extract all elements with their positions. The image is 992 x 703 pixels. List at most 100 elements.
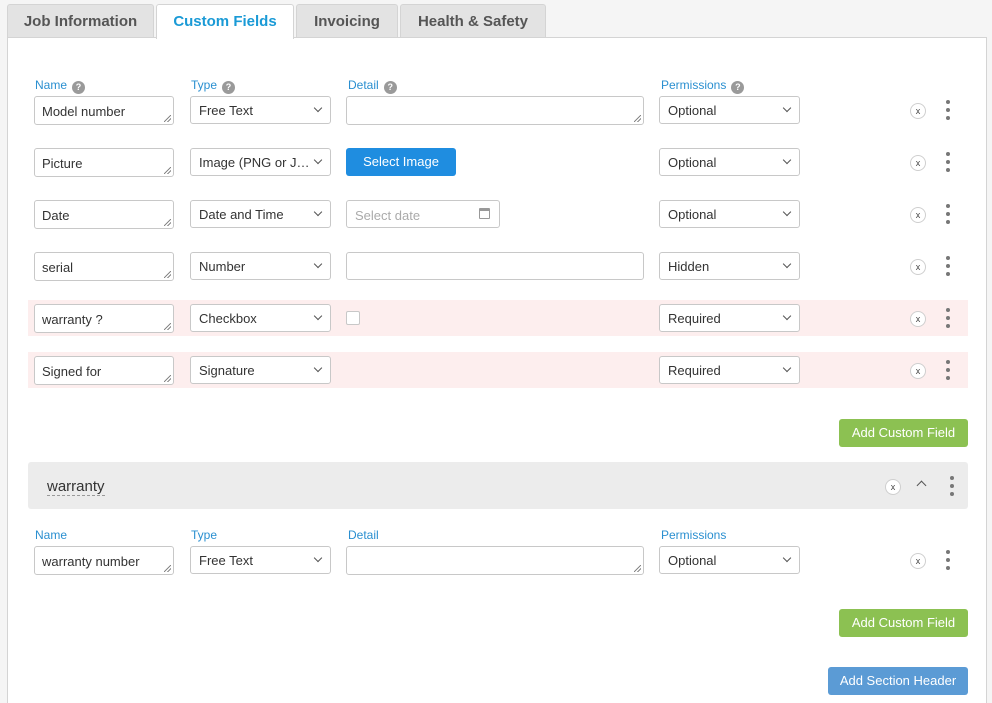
- resize-grip-icon[interactable]: [164, 375, 171, 382]
- field-type-select[interactable]: Number: [190, 252, 331, 280]
- field-permission-select[interactable]: Optional: [659, 200, 800, 228]
- close-icon[interactable]: x: [910, 259, 926, 275]
- field-detail-number-input[interactable]: [346, 252, 644, 280]
- field-type-select[interactable]: Date and Time: [190, 200, 331, 228]
- tab-job-information[interactable]: Job Information: [7, 4, 154, 38]
- field-name-input[interactable]: warranty ?: [34, 304, 174, 333]
- add-custom-field-button-section[interactable]: Add Custom Field: [839, 609, 968, 637]
- chevron-down-icon: [782, 311, 792, 321]
- close-icon[interactable]: x: [910, 311, 926, 327]
- column-header-name: Name?: [35, 78, 86, 94]
- field-name-input[interactable]: warranty number: [34, 546, 174, 575]
- field-detail-textarea[interactable]: [346, 546, 644, 575]
- kebab-menu-icon[interactable]: [943, 203, 953, 225]
- chevron-down-icon: [313, 207, 323, 217]
- field-name-value: serial: [42, 260, 74, 275]
- kebab-menu-icon[interactable]: [943, 255, 953, 277]
- field-permission-select[interactable]: Optional: [659, 148, 800, 176]
- field-name-input[interactable]: Signed for: [34, 356, 174, 385]
- section-column-header-name: Name: [35, 528, 68, 542]
- resize-grip-icon[interactable]: [164, 565, 171, 572]
- help-icon[interactable]: ?: [222, 81, 236, 94]
- field-type-select[interactable]: Free Text: [190, 546, 331, 574]
- field-type-value: Signature: [199, 363, 255, 378]
- tab-custom-fields[interactable]: Custom Fields: [156, 4, 294, 39]
- field-type-value: Image (PNG or J…: [199, 155, 310, 170]
- field-name-input[interactable]: Model number: [34, 96, 174, 125]
- chevron-down-icon: [782, 155, 792, 165]
- resize-grip-icon[interactable]: [634, 565, 641, 572]
- column-header-type: Type?: [191, 78, 236, 94]
- kebab-menu-icon[interactable]: [943, 307, 953, 329]
- add-custom-field-button[interactable]: Add Custom Field: [839, 419, 968, 447]
- field-row-picture: Picture Image (PNG or J… Select Image Op…: [28, 148, 968, 184]
- field-permission-select[interactable]: Required: [659, 356, 800, 384]
- field-row-serial: serial Number Hidden x: [28, 252, 968, 288]
- field-permission-select[interactable]: Hidden: [659, 252, 800, 280]
- resize-grip-icon[interactable]: [164, 115, 171, 122]
- close-icon[interactable]: x: [910, 155, 926, 171]
- field-row-signed-for: Signed for Signature Required x: [28, 352, 968, 388]
- resize-grip-icon[interactable]: [164, 323, 171, 330]
- close-icon[interactable]: x: [910, 103, 926, 119]
- field-name-value: Model number: [42, 104, 126, 119]
- column-header-permissions-label: Permissions: [661, 78, 727, 92]
- field-permission-value: Required: [668, 311, 721, 326]
- resize-grip-icon[interactable]: [164, 219, 171, 226]
- field-detail-checkbox[interactable]: [346, 311, 360, 325]
- field-type-value: Number: [199, 259, 246, 274]
- field-type-select[interactable]: Image (PNG or J…: [190, 148, 331, 176]
- chevron-down-icon: [313, 553, 323, 563]
- field-row-warranty: warranty ? Checkbox Required x: [28, 300, 968, 336]
- field-permission-select[interactable]: Optional: [659, 546, 800, 574]
- date-picker-input[interactable]: Select date: [346, 200, 500, 228]
- chevron-down-icon: [313, 155, 323, 165]
- chevron-down-icon: [782, 363, 792, 373]
- calendar-icon[interactable]: [479, 208, 490, 219]
- chevron-down-icon: [782, 553, 792, 563]
- add-section-header-button[interactable]: Add Section Header: [828, 667, 968, 695]
- help-icon[interactable]: ?: [72, 81, 86, 94]
- tab-health-safety[interactable]: Health & Safety: [400, 4, 546, 38]
- field-type-value: Checkbox: [199, 311, 257, 326]
- field-permission-select[interactable]: Required: [659, 304, 800, 332]
- section-header: warranty x: [28, 462, 968, 509]
- field-permission-value: Optional: [668, 103, 717, 118]
- help-icon[interactable]: ?: [383, 81, 397, 94]
- field-permission-value: Hidden: [668, 259, 710, 274]
- kebab-menu-icon[interactable]: [943, 99, 953, 121]
- kebab-menu-icon[interactable]: [943, 359, 953, 381]
- kebab-menu-icon[interactable]: [947, 475, 957, 497]
- kebab-menu-icon[interactable]: [943, 151, 953, 173]
- field-type-value: Free Text: [199, 553, 253, 568]
- field-permission-select[interactable]: Optional: [659, 96, 800, 124]
- resize-grip-icon[interactable]: [634, 115, 641, 122]
- close-icon[interactable]: x: [910, 207, 926, 223]
- field-name-input[interactable]: serial: [34, 252, 174, 281]
- close-icon[interactable]: x: [910, 363, 926, 379]
- field-name-input[interactable]: Picture: [34, 148, 174, 177]
- field-permission-value: Optional: [668, 553, 717, 568]
- resize-grip-icon[interactable]: [164, 271, 171, 278]
- help-icon[interactable]: ?: [731, 81, 745, 94]
- section-title[interactable]: warranty: [47, 479, 105, 496]
- field-row-warranty-number: warranty number Free Text Optional x: [28, 546, 968, 582]
- resize-grip-icon[interactable]: [164, 167, 171, 174]
- field-type-select[interactable]: Checkbox: [190, 304, 331, 332]
- column-header-detail: Detail?: [348, 78, 397, 94]
- column-header-name-label: Name: [35, 78, 68, 92]
- field-type-select[interactable]: Free Text: [190, 96, 331, 124]
- field-type-select[interactable]: Signature: [190, 356, 331, 384]
- column-header-type-label: Type: [191, 78, 218, 92]
- kebab-menu-icon[interactable]: [943, 549, 953, 571]
- close-icon[interactable]: x: [885, 479, 901, 495]
- field-detail-textarea[interactable]: [346, 96, 644, 125]
- close-icon[interactable]: x: [910, 553, 926, 569]
- chevron-up-icon[interactable]: [916, 480, 927, 491]
- select-image-button[interactable]: Select Image: [346, 148, 456, 176]
- field-name-value: Date: [42, 208, 70, 223]
- date-placeholder: Select date: [355, 208, 421, 223]
- field-name-input[interactable]: Date: [34, 200, 174, 229]
- tab-invoicing[interactable]: Invoicing: [296, 4, 398, 38]
- field-name-value: Picture: [42, 156, 83, 171]
